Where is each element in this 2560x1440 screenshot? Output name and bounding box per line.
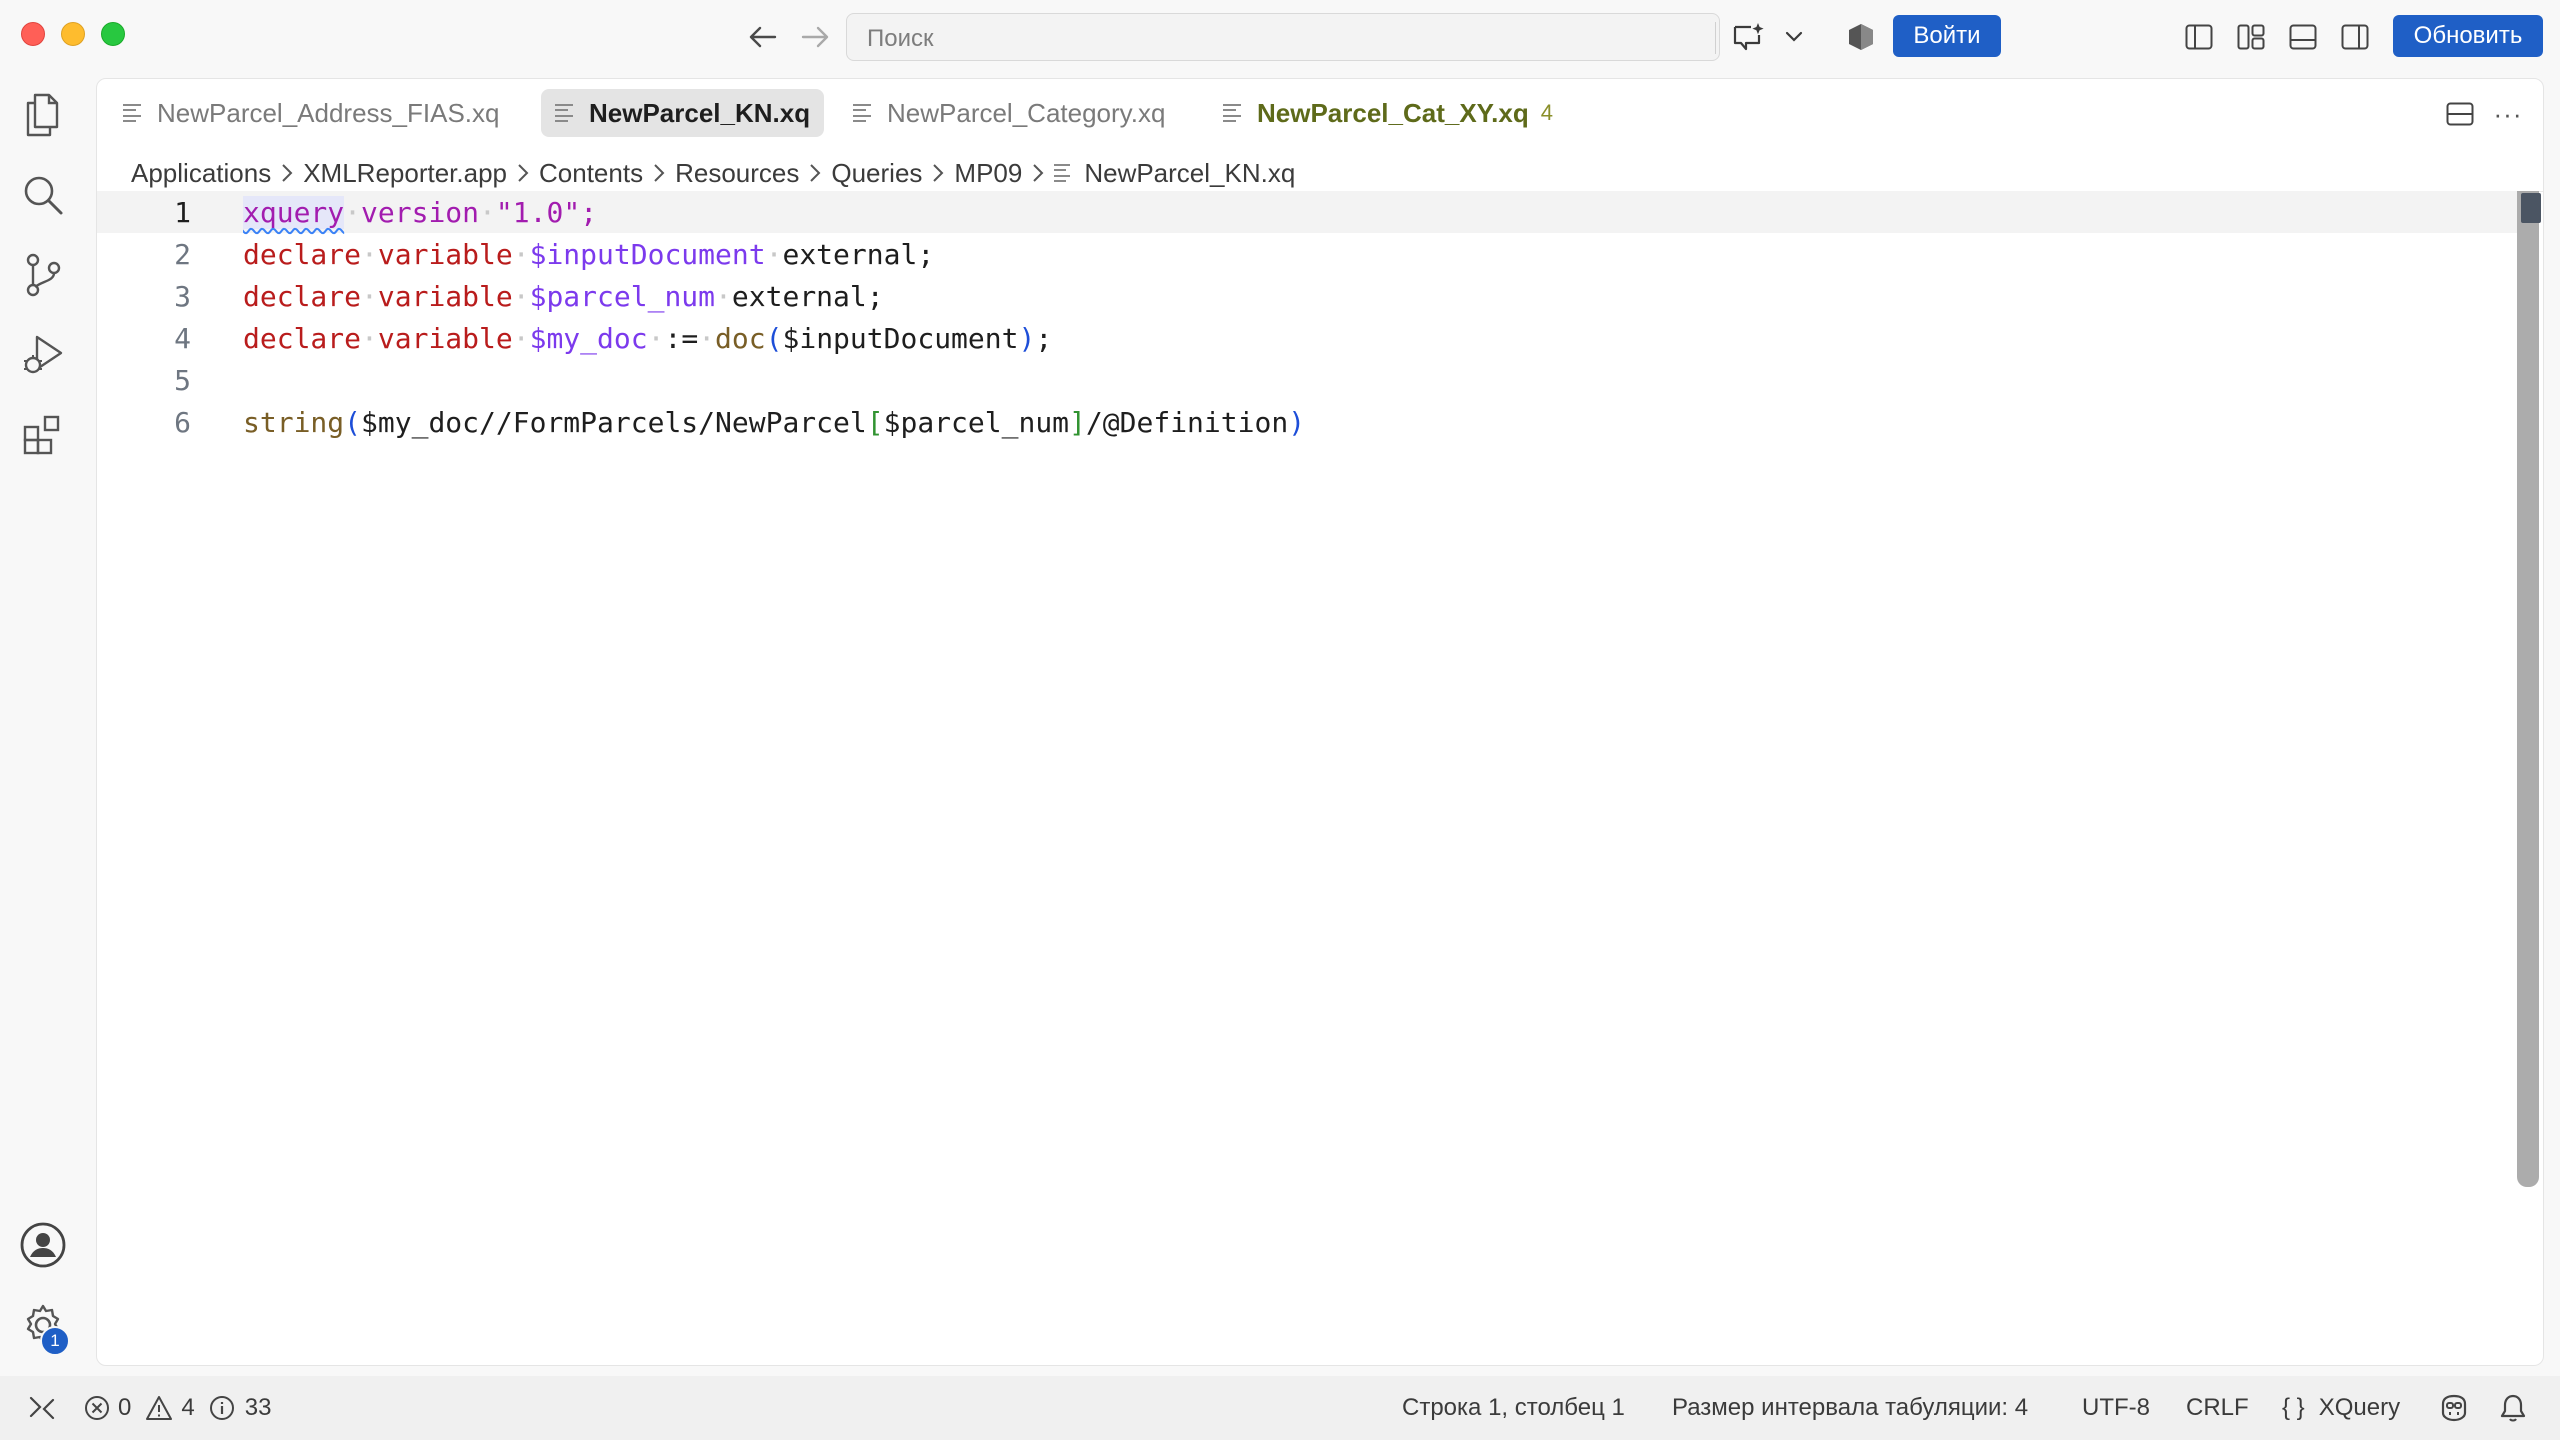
line-number: 4: [174, 321, 191, 355]
chevron-right-icon: [517, 163, 529, 183]
code-line-text: xquery·version·"1.0";: [243, 195, 598, 229]
title-bar: Поиск Войти Обновить: [0, 0, 2560, 76]
info-count: 33: [244, 1394, 272, 1421]
braces-icon: { }: [2282, 1394, 2305, 1421]
login-button[interactable]: Войти: [1893, 15, 2001, 57]
code-line-text: declare·variable·$inputDocument·external…: [243, 237, 935, 271]
tab-newparcel-address-fias[interactable]: NewParcel_Address_FIAS.xq: [109, 89, 513, 137]
tab-newparcel-kn[interactable]: NewParcel_KN.xq: [541, 89, 825, 137]
code-line[interactable]: 1 xquery·version·"1.0";: [97, 191, 2517, 233]
breadcrumb-item[interactable]: Contents: [539, 158, 643, 189]
chevron-right-icon: [932, 163, 944, 183]
breadcrumb-item[interactable]: XMLReporter.app: [303, 158, 507, 189]
customize-layout-icon[interactable]: [2234, 20, 2268, 54]
settings-update-badge: 1: [40, 1326, 70, 1356]
breadcrumb-item[interactable]: Applications: [131, 158, 271, 189]
chevron-down-icon[interactable]: [1780, 22, 1808, 52]
window-maximize-button[interactable]: [101, 22, 125, 46]
accounts-icon[interactable]: [18, 1220, 68, 1270]
activity-bar: [0, 76, 96, 1376]
toggle-panel-icon[interactable]: [2286, 20, 2320, 54]
search-divider: [1715, 22, 1716, 54]
remote-indicator-icon[interactable]: [28, 1376, 56, 1440]
split-editor-icon[interactable]: [2443, 97, 2477, 131]
back-arrow-icon[interactable]: [746, 20, 780, 54]
cursor-position[interactable]: Строка 1, столбец 1: [1402, 1376, 1625, 1440]
code-line-text: string($my_doc//FormParcels/NewParcel[$p…: [243, 405, 1306, 439]
code-line[interactable]: 3 declare·variable·$parcel_num·external;: [97, 275, 2517, 317]
code-line[interactable]: 6 string($my_doc//FormParcels/NewParcel[…: [97, 401, 2517, 443]
file-icon: [123, 104, 141, 122]
window-minimize-button[interactable]: [61, 22, 85, 46]
error-count: 0: [118, 1394, 132, 1421]
eol-indicator[interactable]: CRLF: [2186, 1376, 2249, 1440]
editor-panel: NewParcel_Address_FIAS.xq NewParcel_KN.x…: [96, 78, 2544, 1366]
search-placeholder: Поиск: [867, 25, 934, 52]
explorer-icon[interactable]: [18, 90, 68, 140]
file-icon: [555, 104, 573, 122]
code-line-text: declare·variable·$parcel_num·external;: [243, 279, 884, 313]
code-editor[interactable]: 1 xquery·version·"1.0"; 2 declare·variab…: [97, 191, 2517, 1361]
run-debug-icon[interactable]: [18, 330, 68, 380]
forward-arrow-icon[interactable]: [798, 20, 832, 54]
warning-icon: [145, 1395, 173, 1421]
code-line-text: declare·variable·$my_doc·:=·doc($inputDo…: [243, 321, 1053, 355]
update-button[interactable]: Обновить: [2393, 15, 2543, 57]
tab-label: NewParcel_Cat_XY.xq: [1257, 97, 1529, 128]
language-label: XQuery: [2318, 1394, 2401, 1421]
toggle-secondary-sidebar-icon[interactable]: [2338, 20, 2372, 54]
error-icon: [84, 1395, 110, 1421]
code-line[interactable]: 4 declare·variable·$my_doc·:=·doc($input…: [97, 317, 2517, 359]
breadcrumb-item[interactable]: MP09: [954, 158, 1022, 189]
breadcrumb-item[interactable]: Queries: [831, 158, 922, 189]
chevron-right-icon: [1032, 163, 1044, 183]
code-line[interactable]: 2 declare·variable·$inputDocument·extern…: [97, 233, 2517, 275]
command-center-search[interactable]: Поиск: [846, 13, 1720, 61]
file-icon: [853, 104, 871, 122]
line-number: 3: [174, 279, 191, 313]
line-number: 6: [174, 405, 191, 439]
encoding-indicator[interactable]: UTF-8: [2082, 1376, 2150, 1440]
breadcrumb-item[interactable]: Resources: [675, 158, 799, 189]
language-mode[interactable]: { } XQuery: [2282, 1376, 2400, 1440]
warning-count: 4: [181, 1394, 195, 1421]
tab-label: NewParcel_Address_FIAS.xq: [157, 97, 500, 128]
tab-label: NewParcel_KN.xq: [589, 97, 811, 128]
extensions-icon[interactable]: [18, 410, 68, 460]
toggle-primary-sidebar-icon[interactable]: [2182, 20, 2216, 54]
copilot-icon[interactable]: [2438, 1376, 2470, 1440]
file-icon: [1054, 164, 1071, 182]
chat-sparkle-icon[interactable]: [1728, 18, 1768, 56]
chevron-right-icon: [809, 163, 821, 183]
breadcrumb: Applications XMLReporter.app Contents Re…: [131, 151, 1295, 195]
chevron-right-icon: [281, 163, 293, 183]
bell-icon[interactable]: [2500, 1376, 2526, 1440]
status-bar: 0 4 33 Строка 1, столбец 1 Размер интерв…: [0, 1376, 2560, 1440]
tab-newparcel-cat-xy[interactable]: NewParcel_Cat_XY.xq 4: [1209, 89, 1567, 137]
line-number: 5: [174, 363, 191, 397]
code-line[interactable]: 5: [97, 359, 2517, 401]
more-actions-icon[interactable]: ···: [2491, 97, 2525, 131]
tab-newparcel-category[interactable]: NewParcel_Category.xq: [839, 89, 1179, 137]
breadcrumb-item-file[interactable]: NewParcel_KN.xq: [1084, 158, 1295, 189]
line-number: 2: [174, 237, 191, 271]
scrollbar-cursor-marker: [2521, 193, 2541, 223]
tab-problem-count: 4: [1540, 100, 1553, 125]
tab-label: NewParcel_Category.xq: [887, 97, 1166, 128]
info-icon: [209, 1395, 235, 1421]
tab-size-indicator[interactable]: Размер интервала табуляции: 4: [1672, 1376, 2028, 1440]
search-icon[interactable]: [18, 170, 68, 220]
copilot-shield-icon[interactable]: [1844, 20, 1878, 54]
window-close-button[interactable]: [21, 22, 45, 46]
source-control-icon[interactable]: [18, 250, 68, 300]
editor-tabs: NewParcel_Address_FIAS.xq NewParcel_KN.x…: [97, 79, 2543, 149]
editor-scrollbar[interactable]: [2517, 191, 2539, 1187]
file-icon: [1223, 104, 1241, 122]
chevron-right-icon: [653, 163, 665, 183]
problems-indicator[interactable]: 0 4 33: [84, 1376, 271, 1440]
line-number: 1: [174, 195, 191, 229]
